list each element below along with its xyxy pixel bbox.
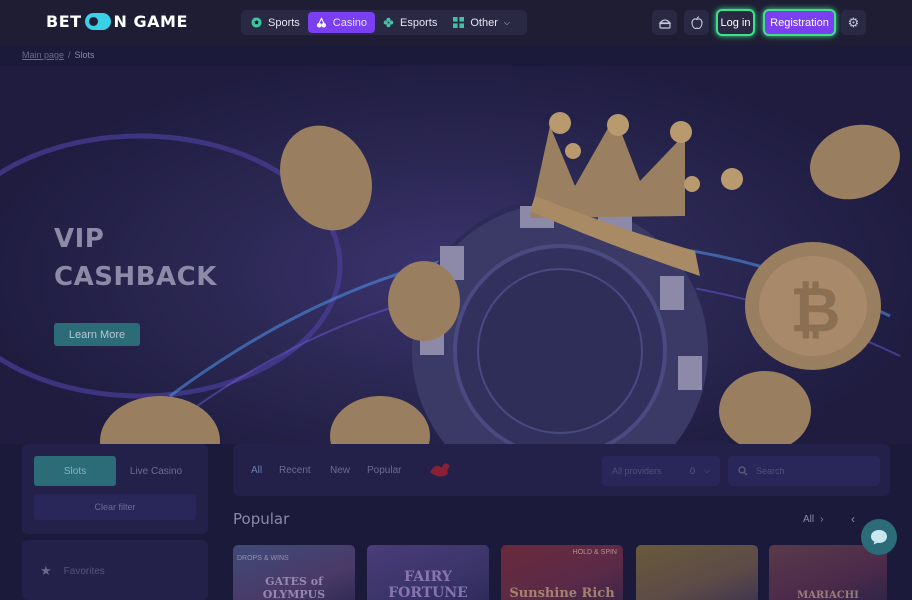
soccer-ball-icon: [251, 17, 262, 28]
chat-bubble-icon: [871, 530, 887, 545]
sidebar-item-favorites[interactable]: ★ Favorites: [40, 563, 105, 579]
game-card[interactable]: FAIRY FORTUNE: [367, 545, 489, 600]
nav-esports[interactable]: Esports: [375, 12, 445, 33]
providers-select[interactable]: All providers 0 ⌵: [602, 456, 720, 486]
providers-count: 0: [690, 466, 696, 476]
nav-other[interactable]: Other ⌵: [445, 12, 518, 33]
cherries-icon: [316, 17, 326, 28]
apple-icon: [690, 16, 703, 29]
logo-text-bet: BET: [46, 12, 82, 31]
ios-app-button[interactable]: [684, 10, 709, 35]
logo-toggle-icon: [84, 13, 111, 30]
popular-all-link[interactable]: All ›: [803, 514, 823, 525]
hero-title: VIP CASHBACK: [54, 220, 217, 296]
breadcrumb-separator: /: [68, 50, 71, 60]
popular-all-label: All: [803, 514, 815, 525]
hero-title-line-1: VIP: [54, 224, 105, 254]
android-icon: [658, 18, 671, 29]
nav-casino[interactable]: Casino: [307, 12, 376, 33]
game-card[interactable]: DROPS & WINS GATES of OLYMPUS: [233, 545, 355, 600]
hot-games-icon[interactable]: [426, 458, 454, 482]
nav-casino-label: Casino: [332, 16, 368, 29]
poker-chip-icon: [412, 203, 708, 444]
providers-placeholder: All providers: [612, 466, 662, 476]
learn-more-button[interactable]: Learn More: [54, 323, 140, 346]
game-title: GATES of OLYMPUS: [262, 575, 326, 600]
tab-slots[interactable]: Slots: [34, 456, 116, 486]
favorites-label: Favorites: [63, 565, 105, 577]
nav-sports[interactable]: Sports: [243, 12, 308, 33]
chevron-right-icon: ›: [820, 514, 824, 525]
nav-esports-label: Esports: [400, 16, 438, 29]
nav-other-label: Other: [470, 16, 498, 29]
game-title: MARIACHI: [797, 590, 859, 600]
search-input[interactable]: Search: [728, 456, 880, 486]
nav-sports-label: Sports: [268, 16, 300, 29]
chevron-down-icon: ⌵: [704, 466, 711, 475]
game-title: Sunshine Rich: [509, 586, 615, 600]
bitcoin-coin-icon: ₿: [745, 242, 881, 370]
settings-button[interactable]: ⚙: [841, 10, 866, 35]
game-title: FAIRY FORTUNE: [388, 569, 468, 600]
hero-title-line-2: CASHBACK: [54, 262, 217, 292]
main-nav: Sports Casino Esports Other ⌵: [241, 10, 527, 35]
chevron-down-icon: ⌵: [503, 17, 510, 27]
game-sub-label: HOLD & SPIN: [572, 549, 617, 556]
filter-tab-new[interactable]: New: [330, 465, 350, 476]
filter-tab-popular[interactable]: Popular: [367, 465, 401, 476]
breadcrumb-home-link[interactable]: Main page: [22, 50, 64, 60]
prev-arrow-icon[interactable]: ‹: [851, 512, 855, 526]
star-icon: ★: [40, 563, 52, 578]
game-card[interactable]: MARIACHI: [769, 545, 887, 600]
section-title-popular: Popular: [233, 510, 290, 528]
filter-tab-recent[interactable]: Recent: [279, 465, 311, 476]
android-app-button[interactable]: [652, 10, 677, 35]
hero-banner: ₿ VIP CASHBACK Learn More: [0, 66, 912, 444]
search-icon: [738, 466, 748, 476]
game-sub-label: DROPS & WINS: [237, 555, 289, 562]
search-placeholder: Search: [756, 466, 785, 476]
login-button[interactable]: Log in: [716, 9, 755, 36]
breadcrumb: Main page / Slots: [22, 50, 95, 60]
gear-icon: ⚙: [847, 14, 860, 30]
breadcrumb-current: Slots: [74, 50, 95, 60]
grid-icon: [453, 17, 465, 28]
game-card[interactable]: [636, 545, 758, 600]
tab-live-casino[interactable]: Live Casino: [116, 456, 196, 486]
svg-text:₿: ₿: [790, 273, 841, 346]
logo[interactable]: BET N GAME: [46, 12, 188, 31]
top-header: BET N GAME Sports Casino Esports Other ⌵…: [0, 0, 912, 45]
gamepad-icon: [383, 17, 394, 28]
registration-button[interactable]: Registration: [763, 9, 836, 36]
clear-filter-button[interactable]: Clear filter: [34, 494, 196, 520]
game-card[interactable]: HOLD & SPIN Sunshine Rich: [501, 545, 623, 600]
filter-tab-all[interactable]: All: [251, 465, 262, 476]
chat-button[interactable]: [861, 519, 897, 555]
logo-text-game: N GAME: [113, 12, 188, 31]
